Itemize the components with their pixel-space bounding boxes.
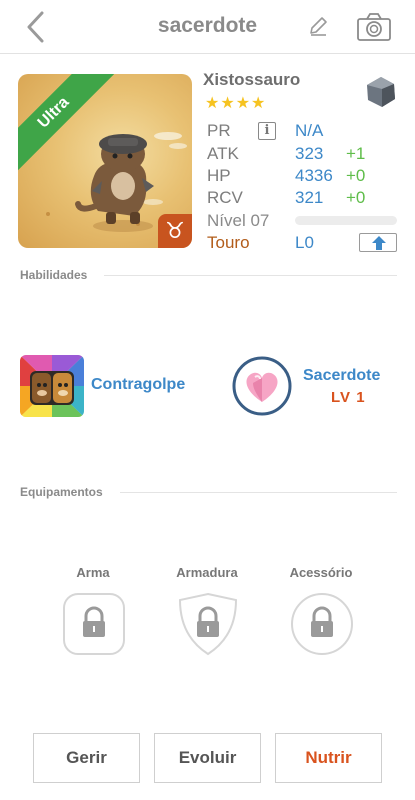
arrow-up-icon bbox=[372, 236, 386, 250]
top-bar: sacerdote bbox=[0, 0, 415, 54]
stat-bonus: +0 bbox=[346, 166, 366, 185]
stat-value: 4336 bbox=[295, 166, 333, 185]
stat-bonus: +0 bbox=[346, 188, 366, 207]
equip-slot-label: Arma bbox=[76, 565, 110, 580]
skill-icon-art bbox=[20, 355, 84, 417]
monster-portrait[interactable]: Ultra ♉ bbox=[18, 74, 192, 248]
upgrade-zodiac-button[interactable] bbox=[359, 233, 397, 252]
weapon-slot-lock-icon[interactable] bbox=[62, 592, 126, 656]
zodiac-taurus-icon: ♉ bbox=[158, 214, 192, 248]
stat-value: 323 bbox=[295, 144, 324, 163]
paw-split-icon[interactable] bbox=[20, 355, 84, 417]
evolve-button[interactable]: Evoluir bbox=[154, 733, 261, 783]
skill-icon-art bbox=[232, 356, 292, 416]
feed-button[interactable]: Nutrir bbox=[275, 733, 382, 783]
camera-icon[interactable] bbox=[356, 12, 392, 42]
equip-slot-label: Acessório bbox=[289, 565, 353, 580]
stat-label: ATK bbox=[207, 144, 239, 163]
equipment-section-title: Equipamentos bbox=[20, 485, 103, 499]
armor-slot-lock-icon[interactable] bbox=[176, 592, 240, 656]
monster-name: Xistossauro bbox=[203, 70, 301, 89]
accessory-slot-lock-icon[interactable] bbox=[290, 592, 354, 656]
stat-label: RCV bbox=[207, 188, 243, 207]
zodiac-level: L0 bbox=[295, 233, 314, 252]
info-icon[interactable]: i bbox=[258, 122, 276, 140]
divider bbox=[104, 275, 397, 276]
level-label: Nível 07 bbox=[207, 211, 270, 230]
edit-pencil-icon[interactable] bbox=[306, 14, 330, 38]
page-title: sacerdote bbox=[157, 14, 258, 37]
star-rating: ★★★★ bbox=[205, 95, 267, 112]
stat-bonus: +1 bbox=[346, 144, 366, 163]
heart-icon[interactable] bbox=[231, 355, 293, 417]
zodiac-label: Touro bbox=[207, 233, 250, 252]
divider bbox=[120, 492, 397, 493]
equip-slot-label: Armadura bbox=[176, 565, 238, 580]
skill-level: LV 1 bbox=[331, 389, 366, 406]
stat-label: HP bbox=[207, 166, 231, 185]
skill-name[interactable]: Sacerdote bbox=[303, 367, 380, 385]
xp-progress-bar bbox=[295, 216, 397, 225]
abilities-section-title: Habilidades bbox=[20, 268, 88, 282]
skill-name[interactable]: Contragolpe bbox=[91, 376, 185, 394]
stat-value: N/A bbox=[295, 121, 324, 140]
manage-button[interactable]: Gerir bbox=[33, 733, 140, 783]
stat-value: 321 bbox=[295, 188, 324, 207]
stat-label: PR bbox=[207, 121, 231, 140]
element-stone-icon bbox=[367, 77, 395, 107]
